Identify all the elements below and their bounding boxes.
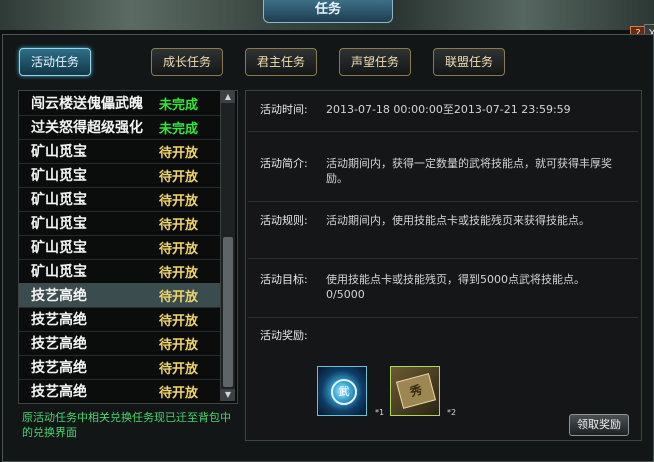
tab-lord-tasks[interactable]: 君主任务 [245, 48, 317, 76]
skill-page-icon: 秀 [395, 373, 437, 409]
task-status: 待开放 [159, 146, 199, 161]
task-list-item[interactable]: 过关怒得超级强化 未完成 [19, 115, 221, 140]
task-status: 待开放 [159, 218, 199, 233]
task-list-item[interactable]: 矿山觅宝 待开放 [19, 187, 221, 212]
activity-intro-value: 活动期间内，获得一定数量的武将技能点，就可获得丰厚奖励。 [326, 157, 612, 185]
task-list-item[interactable]: 技艺高绝 待开放 [19, 283, 221, 308]
activity-time-value: 2013-07-18 00:00:00至2013-07-21 23:59:59 [326, 103, 571, 116]
window-title: 任务 [263, 0, 393, 23]
task-status: 待开放 [159, 338, 199, 353]
task-status: 待开放 [159, 242, 199, 257]
task-name: 矿山觅宝 [31, 168, 87, 184]
activity-goal-value: 使用技能点卡或技能残页，得到5000点武将技能点。 0/5000 [326, 272, 616, 302]
claim-reward-button[interactable]: 领取奖励 [569, 414, 629, 436]
activity-intro-row: 活动简介: 活动期间内，获得一定数量的武将技能点，就可获得丰厚奖励。 [260, 156, 616, 186]
exchange-notice: 原活动任务中相关兑换任务现已迁至背包中的兑换界面 [22, 411, 231, 439]
task-name: 技艺高绝 [31, 288, 87, 304]
activity-goal-row: 活动目标: 使用技能点卡或技能残页，得到5000点武将技能点。 0/5000 [260, 272, 616, 302]
task-list-item[interactable]: 矿山觅宝 待开放 [19, 163, 221, 188]
task-status: 未完成 [159, 98, 199, 113]
task-status: 待开放 [159, 386, 199, 401]
task-list-item[interactable]: 技艺高绝 待开放 [19, 355, 221, 380]
activity-rule-label: 活动规则: [260, 214, 308, 227]
task-name: 过关怒得超级强化 [31, 120, 143, 136]
activity-progress: 0/5000 [326, 288, 365, 301]
activity-rule-value: 活动期间内，使用技能点卡或技能残页来获得技能点。 [326, 214, 590, 227]
task-status: 未完成 [159, 122, 199, 137]
activity-time-row: 活动时间: 2013-07-18 00:00:00至2013-07-21 23:5… [260, 102, 616, 117]
tab-alliance-tasks[interactable]: 联盟任务 [433, 48, 505, 76]
reward-1-count: *1 [375, 408, 385, 417]
task-list-item[interactable]: 技艺高绝 待开放 [19, 331, 221, 356]
activity-rule-row: 活动规则: 活动期间内，使用技能点卡或技能残页来获得技能点。 [260, 213, 616, 228]
task-name: 矿山觅宝 [31, 192, 87, 208]
reward-item-1[interactable]: 武 [317, 366, 367, 416]
task-name: 矿山觅宝 [31, 144, 87, 160]
activity-time-label: 活动时间: [260, 103, 308, 116]
task-detail-panel: 活动时间: 2013-07-18 00:00:00至2013-07-21 23:5… [245, 90, 642, 441]
divider [248, 258, 638, 259]
task-name: 矿山觅宝 [31, 216, 87, 232]
task-list-item[interactable]: 技艺高绝 待开放 [19, 379, 221, 403]
task-list-item[interactable]: 矿山觅宝 待开放 [19, 259, 221, 284]
task-status: 待开放 [159, 194, 199, 209]
task-list-item[interactable]: 闯云楼送傀儡武魄 未完成 [19, 91, 221, 116]
reward-item-2[interactable]: 秀 [390, 366, 440, 416]
task-status: 待开放 [159, 170, 199, 185]
reward-2-count: *2 [447, 408, 457, 417]
skill-orb-icon: 武 [331, 379, 357, 405]
tab-activity-tasks[interactable]: 活动任务 [19, 48, 91, 76]
activity-intro-label: 活动简介: [260, 157, 308, 170]
scroll-down-icon[interactable]: ▼ [221, 389, 235, 401]
task-list-scrollbar[interactable]: ▲ ▼ [220, 91, 235, 401]
divider [248, 131, 638, 132]
divider [248, 317, 638, 318]
tab-reputation-tasks[interactable]: 声望任务 [339, 48, 411, 76]
task-name: 矿山觅宝 [31, 240, 87, 256]
task-status: 待开放 [159, 314, 199, 329]
activity-goal-label: 活动目标: [260, 273, 308, 286]
scroll-thumb[interactable] [223, 237, 233, 387]
task-name: 技艺高绝 [31, 384, 87, 400]
task-status: 待开放 [159, 290, 199, 305]
activity-goal-text: 使用技能点卡或技能残页，得到5000点武将技能点。 [326, 273, 585, 286]
task-window: 任务 ? X 活动任务 成长任务 君主任务 声望任务 联盟任务 闯云楼送傀儡武魄… [0, 0, 654, 462]
task-status: 待开放 [159, 266, 199, 281]
task-list: 闯云楼送傀儡武魄 未完成 过关怒得超级强化 未完成 矿山觅宝 待开放 矿山觅宝 待开放 矿山觅宝… [18, 90, 238, 404]
task-name: 矿山觅宝 [31, 264, 87, 280]
task-list-item[interactable]: 技艺高绝 待开放 [19, 307, 221, 332]
task-name: 技艺高绝 [31, 312, 87, 328]
scroll-up-icon[interactable]: ▲ [221, 91, 235, 103]
task-status: 待开放 [159, 362, 199, 377]
activity-reward-row: 活动奖励: [260, 328, 326, 343]
task-name: 技艺高绝 [31, 336, 87, 352]
activity-reward-label: 活动奖励: [260, 329, 308, 342]
task-name: 技艺高绝 [31, 360, 87, 376]
tab-growth-tasks[interactable]: 成长任务 [151, 48, 223, 76]
task-list-item[interactable]: 矿山觅宝 待开放 [19, 211, 221, 236]
divider [248, 201, 638, 202]
task-list-item[interactable]: 矿山觅宝 待开放 [19, 139, 221, 164]
task-name: 闯云楼送傀儡武魄 [31, 96, 143, 112]
task-list-item[interactable]: 矿山觅宝 待开放 [19, 235, 221, 260]
